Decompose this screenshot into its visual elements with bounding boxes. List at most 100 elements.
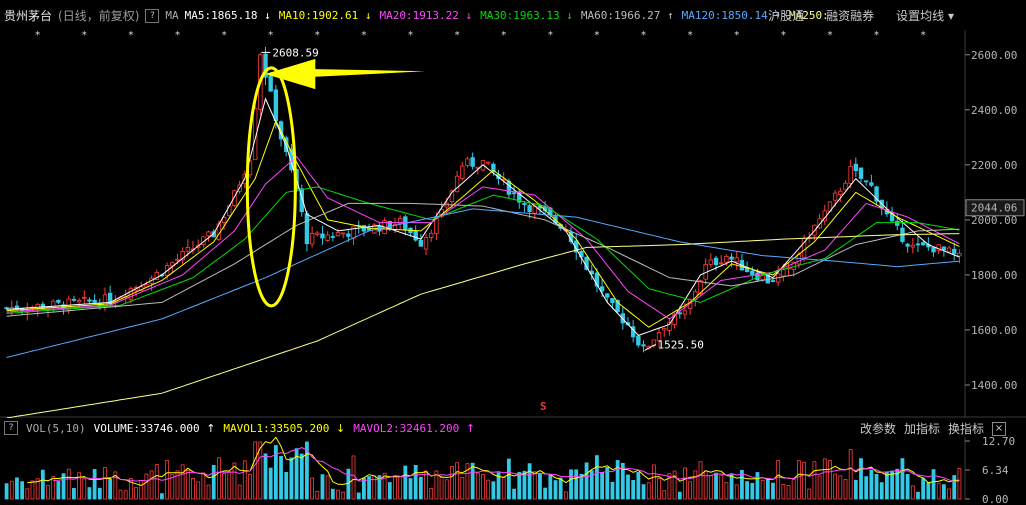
volume-bar bbox=[424, 470, 428, 500]
volume-bar bbox=[817, 475, 822, 500]
volume-bar bbox=[325, 475, 330, 500]
volume-bar bbox=[315, 490, 320, 500]
volume-bar bbox=[874, 473, 879, 500]
volume-help-icon[interactable]: ? bbox=[4, 421, 18, 435]
candle-body bbox=[869, 182, 874, 186]
volume-bar bbox=[719, 474, 724, 500]
candle-body bbox=[361, 225, 367, 232]
candle-body bbox=[309, 233, 315, 245]
volume-bar bbox=[765, 478, 770, 500]
close-icon[interactable]: × bbox=[992, 421, 1006, 436]
candle-body bbox=[522, 203, 527, 205]
volume-bar bbox=[786, 485, 791, 500]
volume-bar bbox=[957, 468, 962, 500]
candle-body bbox=[915, 243, 921, 246]
candle-body bbox=[320, 233, 325, 239]
candle-body bbox=[931, 247, 936, 253]
volume-bar bbox=[20, 481, 25, 500]
volume-bar bbox=[154, 464, 159, 500]
volume-bar bbox=[579, 474, 584, 500]
ma-item: MA30:1963.13 ↓ bbox=[480, 9, 573, 22]
volume-bar bbox=[253, 441, 258, 500]
ma-item: MA5:1865.18 ↓ bbox=[184, 9, 271, 22]
header-link[interactable]: 沪股通 bbox=[768, 7, 804, 24]
switch-indicator-link[interactable]: 换指标 bbox=[948, 420, 984, 437]
volume-bar bbox=[916, 491, 920, 500]
volume-bar bbox=[134, 487, 138, 500]
volume-bar bbox=[439, 477, 444, 500]
ma-label: MA bbox=[165, 9, 179, 22]
y-tick-label: 2600.00 bbox=[971, 49, 1017, 62]
header-link[interactable]: 设置均线 ▾ bbox=[896, 7, 954, 24]
ma-values: MA5:1865.18 ↓ MA10:1902.61 ↓ MA20:1913.22 … bbox=[185, 9, 829, 22]
volume-bar bbox=[284, 471, 289, 500]
volume-bar bbox=[885, 471, 889, 500]
volume-bar bbox=[864, 476, 869, 500]
stock-name[interactable]: 贵州茅台 bbox=[4, 7, 52, 24]
candle-body bbox=[770, 280, 776, 282]
volume-bar bbox=[828, 460, 832, 500]
candle-body bbox=[185, 247, 191, 252]
volume-bar bbox=[351, 455, 356, 500]
volume-bar bbox=[40, 469, 45, 500]
candle-body bbox=[796, 254, 802, 265]
help-icon[interactable]: ? bbox=[145, 8, 160, 23]
volume-bar bbox=[900, 458, 905, 500]
volume-bar bbox=[931, 469, 936, 500]
candle-body bbox=[734, 257, 739, 263]
volume-bar bbox=[460, 476, 465, 500]
edit-params-link[interactable]: 改参数 bbox=[860, 420, 896, 437]
price-chart[interactable]: 2600.002400.002200.002000.001800.001600.… bbox=[0, 30, 1026, 418]
candle-body bbox=[418, 239, 424, 247]
mavol2-value: MAVOL2:32461.200 ↑ bbox=[353, 421, 476, 435]
volume-bar bbox=[387, 482, 392, 500]
candle-body bbox=[729, 256, 734, 260]
volume-bar bbox=[672, 470, 677, 500]
volume-bar bbox=[677, 491, 682, 500]
volume-bar bbox=[848, 449, 853, 500]
vol-tick-label: 12.70 bbox=[982, 437, 1015, 448]
volume-bar bbox=[532, 471, 537, 500]
period-label[interactable]: (日线，前复权) bbox=[58, 7, 139, 24]
volume-bar bbox=[527, 463, 532, 500]
volume-chart[interactable]: 12.70 6.34 0.00 bbox=[0, 437, 1026, 505]
candle-body bbox=[719, 262, 724, 265]
volume-bar bbox=[791, 479, 796, 500]
volume-bar bbox=[97, 487, 102, 500]
signal-marker: * bbox=[501, 30, 507, 41]
candle-body bbox=[957, 252, 962, 257]
volume-bar bbox=[144, 473, 149, 500]
volume-legend: ? VOL(5,10) VOLUME:33746.000 ↑ MAVOL1:33… bbox=[4, 421, 475, 435]
ma-legend: 贵州茅台 (日线，前复权) ? MA MA5:1865.18 ↓ MA10:190… bbox=[4, 7, 829, 24]
volume-bar bbox=[72, 487, 76, 500]
signal-marker: * bbox=[221, 30, 227, 41]
volume-bar bbox=[936, 482, 941, 500]
volume-bar bbox=[82, 478, 87, 500]
volume-bar bbox=[890, 470, 894, 500]
candle-body bbox=[346, 233, 351, 237]
candle-body bbox=[335, 232, 341, 237]
volume-bar bbox=[268, 467, 273, 500]
candle-body bbox=[429, 232, 434, 238]
volume-bar bbox=[631, 480, 636, 500]
candle-body bbox=[662, 327, 667, 331]
volume-bar bbox=[455, 462, 460, 500]
candle-body bbox=[485, 161, 491, 164]
volume-bar bbox=[651, 464, 656, 500]
header-link[interactable]: 融资融券 bbox=[826, 7, 874, 24]
volume-bar bbox=[543, 487, 548, 500]
volume-bar bbox=[641, 484, 646, 500]
signal-marker: * bbox=[874, 30, 880, 41]
volume-bar bbox=[196, 481, 201, 500]
candle-body bbox=[315, 232, 320, 235]
add-indicator-link[interactable]: 加指标 bbox=[904, 420, 940, 437]
volume-bar bbox=[222, 473, 226, 500]
volume-bar bbox=[859, 458, 863, 500]
volume-bar bbox=[703, 470, 708, 500]
candle-body bbox=[527, 205, 532, 212]
ma-item: MA120:1850.14 ↑ bbox=[681, 9, 781, 22]
candle-body bbox=[677, 312, 682, 315]
volume-bar bbox=[646, 482, 651, 500]
candle-body bbox=[82, 296, 87, 299]
volume-bar bbox=[393, 475, 397, 500]
